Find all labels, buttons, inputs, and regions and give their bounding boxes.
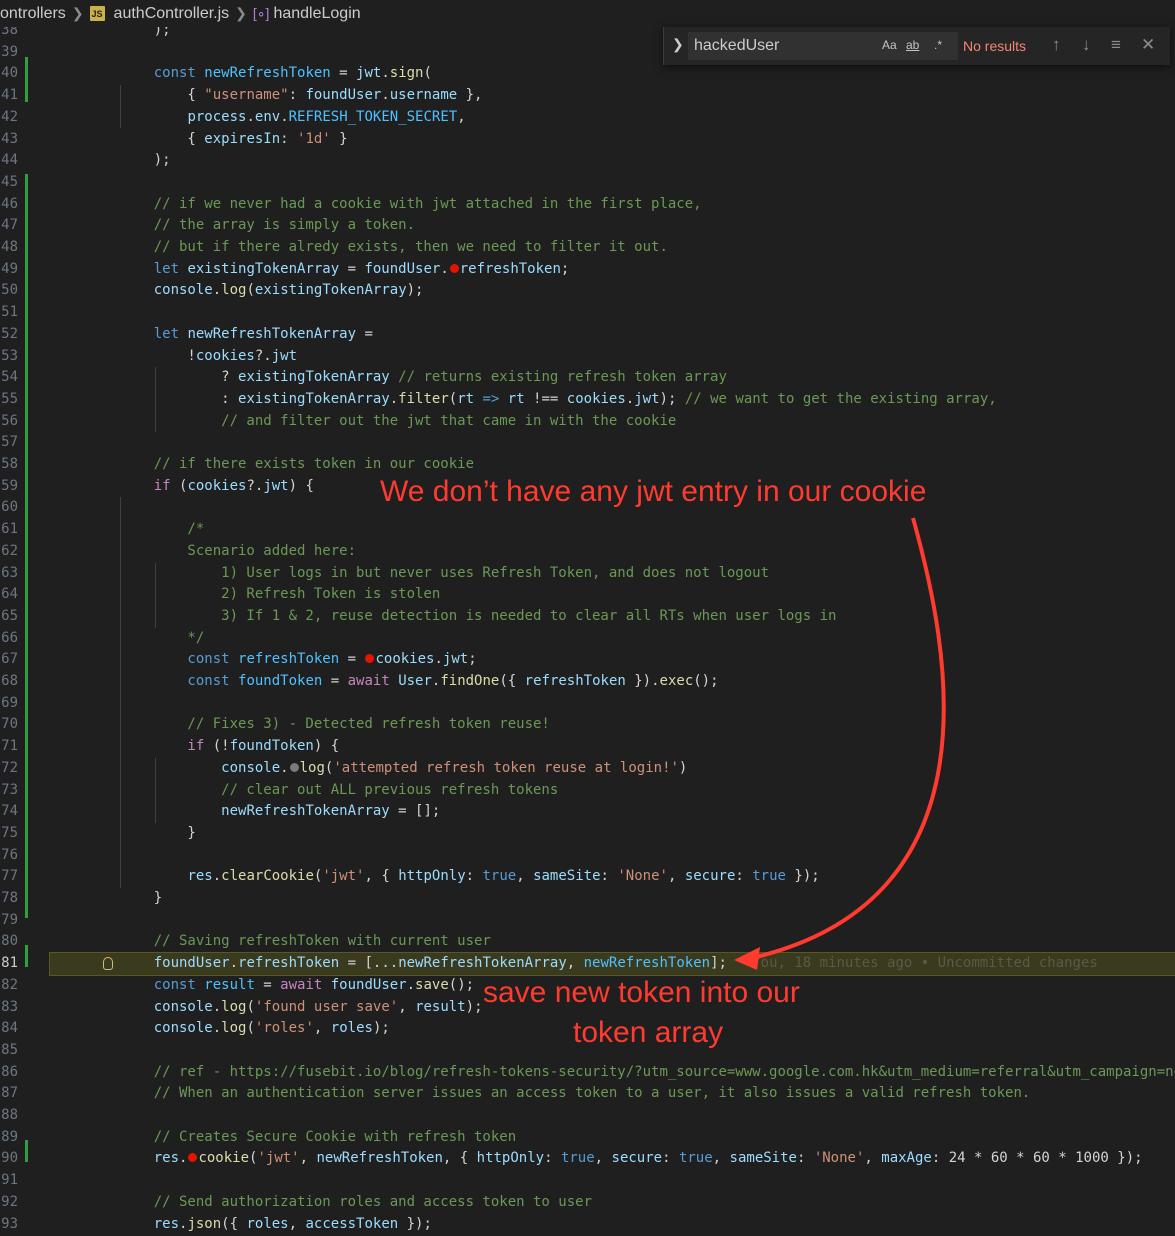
- annotation-arrow-head: [734, 947, 760, 970]
- annotation-arrow: [734, 517, 946, 970]
- annotation-arrow-curve: [751, 517, 946, 960]
